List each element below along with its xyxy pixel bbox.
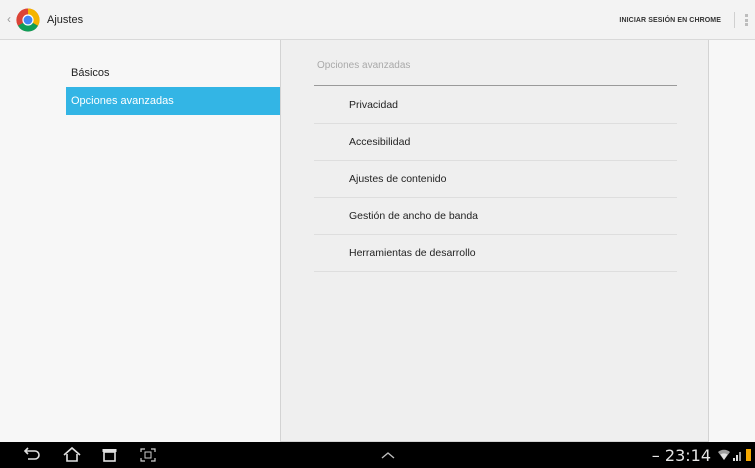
pref-item-content-settings[interactable]: Ajustes de contenido — [314, 161, 677, 198]
settings-screen: ‹ Ajustes INICIAR SESIÓN EN CHROME Básic… — [0, 0, 755, 468]
system-bar: – 23:14 — [0, 442, 755, 468]
pref-item-accessibility[interactable]: Accesibilidad — [314, 124, 677, 161]
chrome-logo-icon[interactable] — [16, 8, 40, 32]
header-item-advanced[interactable]: Opciones avanzadas — [66, 87, 280, 115]
wifi-icon — [718, 449, 730, 460]
home-icon[interactable] — [62, 446, 82, 464]
action-bar: ‹ Ajustes INICIAR SESIÓN EN CHROME — [0, 0, 755, 40]
overflow-menu-icon[interactable] — [745, 14, 748, 26]
settings-headers-list: Básicos Opciones avanzadas — [0, 40, 280, 442]
signal-icon — [733, 452, 741, 461]
pref-item-developer-tools[interactable]: Herramientas de desarrollo — [314, 235, 677, 272]
chevron-left-icon[interactable]: ‹ — [7, 13, 13, 25]
back-icon[interactable] — [22, 446, 42, 464]
expand-up-icon[interactable] — [378, 446, 398, 464]
clock-time: 23:14 — [664, 446, 711, 465]
recent-apps-icon[interactable] — [100, 446, 120, 464]
app-title: Ajustes — [47, 14, 84, 26]
header-item-basic[interactable]: Básicos — [66, 59, 280, 87]
preference-list: Privacidad Accesibilidad Ajustes de cont… — [314, 86, 677, 272]
signin-chrome-button[interactable]: INICIAR SESIÓN EN CHROME — [619, 17, 721, 24]
screenshot-icon[interactable] — [138, 446, 158, 464]
advanced-settings-panel: Opciones avanzadas Privacidad Accesibili… — [280, 40, 709, 442]
pref-item-bandwidth[interactable]: Gestión de ancho de banda — [314, 198, 677, 235]
pref-item-privacy[interactable]: Privacidad — [314, 86, 677, 124]
status-icons — [718, 449, 751, 461]
panel-title: Opciones avanzadas — [317, 60, 411, 71]
dash-indicator: – — [651, 446, 660, 465]
battery-icon — [746, 449, 751, 461]
status-clock: – 23:14 — [652, 446, 711, 465]
action-divider — [734, 12, 735, 28]
